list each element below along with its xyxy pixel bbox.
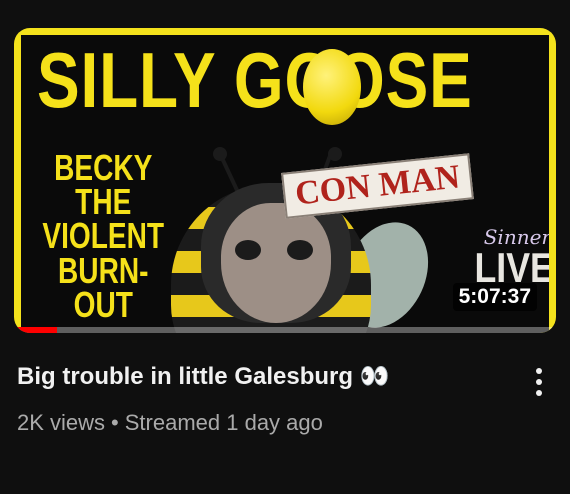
more-options-button[interactable] (524, 362, 554, 402)
video-details: Big trouble in little Galesburg 👀 2K vie… (17, 360, 510, 437)
vertical-ellipsis-icon (536, 379, 542, 385)
character-face (221, 203, 331, 323)
lemon-graphic (303, 49, 361, 125)
channel-logo-live: LIVE (474, 244, 550, 291)
watch-progress-fill (14, 327, 58, 333)
vertical-ellipsis-icon (536, 390, 542, 396)
video-metadata: 2K views • Streamed 1 day ago (17, 409, 510, 437)
view-count: 2K views (17, 410, 106, 435)
bee-antenna-tip (213, 147, 227, 161)
video-thumbnail[interactable]: SILLY GOOSE BECKY THE VIOLENT BURN-OUT C… (14, 28, 556, 333)
channel-logo: Sinner LIVE (461, 225, 550, 291)
video-title[interactable]: Big trouble in little Galesburg 👀 (17, 360, 510, 394)
duration-badge: 5:07:37 (452, 283, 537, 311)
vertical-ellipsis-icon (536, 368, 542, 374)
con-man-sticker: CON MAN (281, 153, 475, 219)
thumbnail-subhead: BECKY THE VIOLENT BURN-OUT (42, 147, 165, 325)
video-card[interactable]: SILLY GOOSE BECKY THE VIOLENT BURN-OUT C… (0, 0, 570, 494)
thumbnail-headline: SILLY GOOSE (37, 36, 473, 124)
thumbnail-image: SILLY GOOSE BECKY THE VIOLENT BURN-OUT C… (21, 35, 549, 333)
metadata-separator: • (111, 410, 119, 435)
character-eye (235, 240, 261, 260)
character-eye (287, 240, 313, 260)
watch-progress-bar (14, 327, 556, 333)
stream-date: Streamed 1 day ago (124, 410, 323, 435)
bee-antenna-tip (328, 147, 342, 161)
